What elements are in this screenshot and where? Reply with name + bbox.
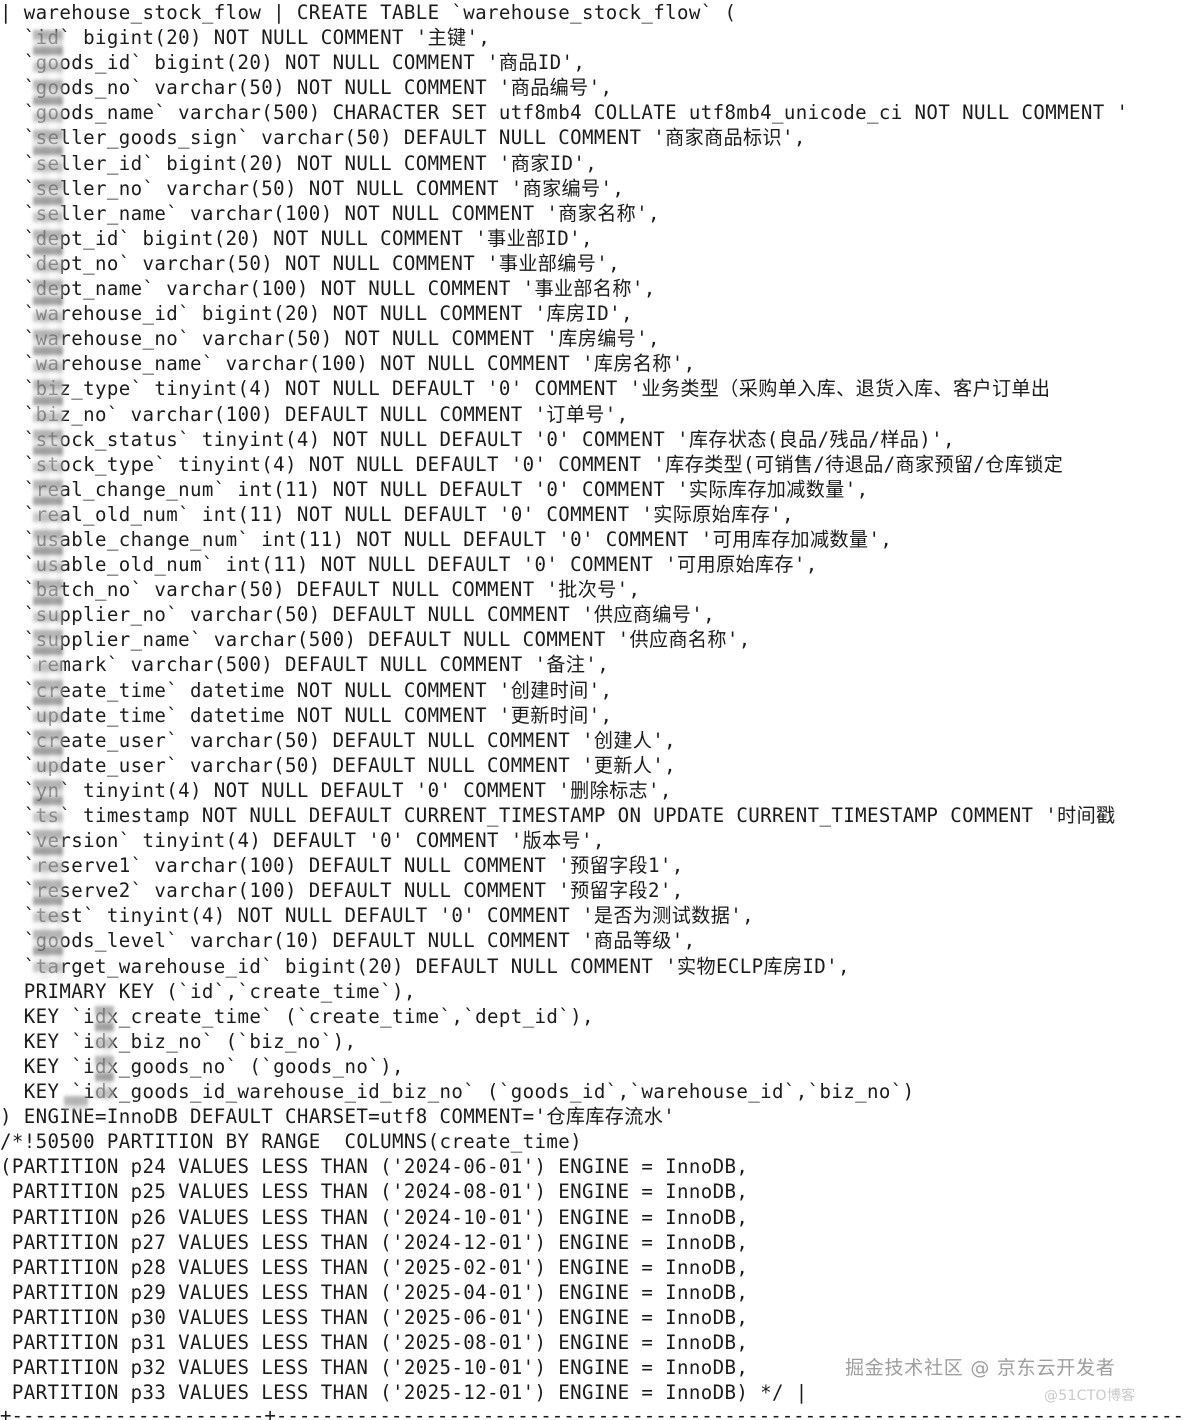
ddl-line: ) ENGINE=InnoDB DEFAULT CHARSET=utf8 COM… <box>0 1105 676 1129</box>
ddl-line: `stock_type` tinyint(4) NOT NULL DEFAULT… <box>0 452 1064 476</box>
ddl-line: /*!50500 PARTITION BY RANGE COLUMNS(crea… <box>0 1130 582 1154</box>
ddl-line: `warehouse_name` varchar(100) NOT NULL C… <box>0 352 696 376</box>
ddl-line: `seller_no` varchar(50) NOT NULL COMMENT… <box>0 176 625 200</box>
ddl-line: `real_old_num` int(11) NOT NULL DEFAULT … <box>0 502 794 526</box>
ddl-header-line: | warehouse_stock_flow | CREATE TABLE `w… <box>0 1 737 24</box>
ddl-line: `seller_goods_sign` varchar(50) DEFAULT … <box>0 126 806 150</box>
ddl-line: `dept_id` bigint(20) NOT NULL COMMENT '事… <box>0 226 593 250</box>
ddl-line: KEY `idx_create_time` (`create_time`,`de… <box>0 1004 594 1028</box>
ddl-line: `seller_id` bigint(20) NOT NULL COMMENT … <box>0 151 598 175</box>
ddl-line: `supplier_name` varchar(500) DEFAULT NUL… <box>0 628 751 652</box>
ddl-line: `dept_name` varchar(100) NOT NULL COMMEN… <box>0 277 656 301</box>
ddl-line: PARTITION p29 VALUES LESS THAN ('2025-04… <box>0 1280 749 1304</box>
ddl-line: `reserve1` varchar(100) DEFAULT NULL COM… <box>0 854 684 878</box>
ddl-line: `warehouse_id` bigint(20) NOT NULL COMME… <box>0 302 633 326</box>
ddl-line: `target_warehouse_id` bigint(20) DEFAULT… <box>0 954 850 978</box>
ddl-line: `usable_change_num` int(11) NOT NULL DEF… <box>0 527 893 551</box>
ddl-line: KEY `idx_goods_id_warehouse_id_biz_no` (… <box>0 1080 915 1104</box>
result-bottom-border: +----------------------+----------------… <box>0 1406 1184 1420</box>
ddl-line: PARTITION p25 VALUES LESS THAN ('2024-08… <box>0 1180 749 1204</box>
ddl-line: `test` tinyint(4) NOT NULL DEFAULT '0' C… <box>0 904 754 928</box>
ddl-line: `ts` timestamp NOT NULL DEFAULT CURRENT_… <box>0 804 1116 827</box>
ddl-line: `version` tinyint(4) DEFAULT '0' COMMENT… <box>0 829 605 853</box>
ddl-line: PARTITION p31 VALUES LESS THAN ('2025-08… <box>0 1330 749 1354</box>
ddl-line: `stock_status` tinyint(4) NOT NULL DEFAU… <box>0 427 955 451</box>
ddl-line: `usable_old_num` int(11) NOT NULL DEFAUL… <box>0 553 818 577</box>
ddl-line: `warehouse_no` varchar(50) NOT NULL COMM… <box>0 327 660 351</box>
ddl-line: `supplier_no` varchar(50) DEFAULT NULL C… <box>0 603 716 627</box>
ddl-line: `batch_no` varchar(50) DEFAULT NULL COMM… <box>0 578 641 602</box>
ddl-line: `create_user` varchar(50) DEFAULT NULL C… <box>0 728 677 752</box>
ddl-line: `goods_id` bigint(20) NOT NULL COMMENT '… <box>0 51 586 75</box>
ddl-line: `real_change_num` int(11) NOT NULL DEFAU… <box>0 477 869 501</box>
ddl-line: `update_user` varchar(50) DEFAULT NULL C… <box>0 753 677 777</box>
ddl-line: `dept_no` varchar(50) NOT NULL COMMENT '… <box>0 251 620 275</box>
ddl-line: PARTITION p28 VALUES LESS THAN ('2025-02… <box>0 1255 749 1279</box>
ddl-line: `goods_name` varchar(500) CHARACTER SET … <box>0 101 1129 125</box>
ddl-line: `goods_level` varchar(10) DEFAULT NULL C… <box>0 929 696 953</box>
ddl-line: PARTITION p32 VALUES LESS THAN ('2025-10… <box>0 1356 749 1380</box>
ddl-line: `goods_no` varchar(50) NOT NULL COMMENT … <box>0 76 613 100</box>
ddl-line: `yn` tinyint(4) NOT NULL DEFAULT '0' COM… <box>0 778 672 802</box>
ddl-line: PARTITION p33 VALUES LESS THAN ('2025-12… <box>0 1381 808 1405</box>
ddl-line: PRIMARY KEY (`id`,`create_time`), <box>0 979 416 1003</box>
ddl-line: `biz_no` varchar(100) DEFAULT NULL COMME… <box>0 402 629 426</box>
ddl-line: PARTITION p26 VALUES LESS THAN ('2024-10… <box>0 1205 749 1229</box>
ddl-line: `id` bigint(20) NOT NULL COMMENT '主键', <box>0 26 491 50</box>
ddl-line: PARTITION p27 VALUES LESS THAN ('2024-12… <box>0 1230 749 1254</box>
ddl-line: `remark` varchar(500) DEFAULT NULL COMME… <box>0 653 610 677</box>
ddl-line: (PARTITION p24 VALUES LESS THAN ('2024-0… <box>0 1155 749 1179</box>
ddl-line: `update_time` datetime NOT NULL COMMENT … <box>0 703 613 727</box>
ddl-line: `seller_name` varchar(100) NOT NULL COMM… <box>0 201 660 225</box>
ddl-line: `create_time` datetime NOT NULL COMMENT … <box>0 678 613 702</box>
mysql-terminal-output: | warehouse_stock_flow | CREATE TABLE `w… <box>0 0 1184 1420</box>
ddl-line: `reserve2` varchar(100) DEFAULT NULL COM… <box>0 879 684 903</box>
ddl-line: PARTITION p30 VALUES LESS THAN ('2025-06… <box>0 1305 749 1329</box>
ddl-line: KEY `idx_goods_no` (`goods_no`), <box>0 1054 404 1078</box>
ddl-line: KEY `idx_biz_no` (`biz_no`), <box>0 1029 357 1053</box>
ddl-line: `biz_type` tinyint(4) NOT NULL DEFAULT '… <box>0 377 1051 401</box>
ddl-code-block: | warehouse_stock_flow | CREATE TABLE `w… <box>0 0 1184 1405</box>
